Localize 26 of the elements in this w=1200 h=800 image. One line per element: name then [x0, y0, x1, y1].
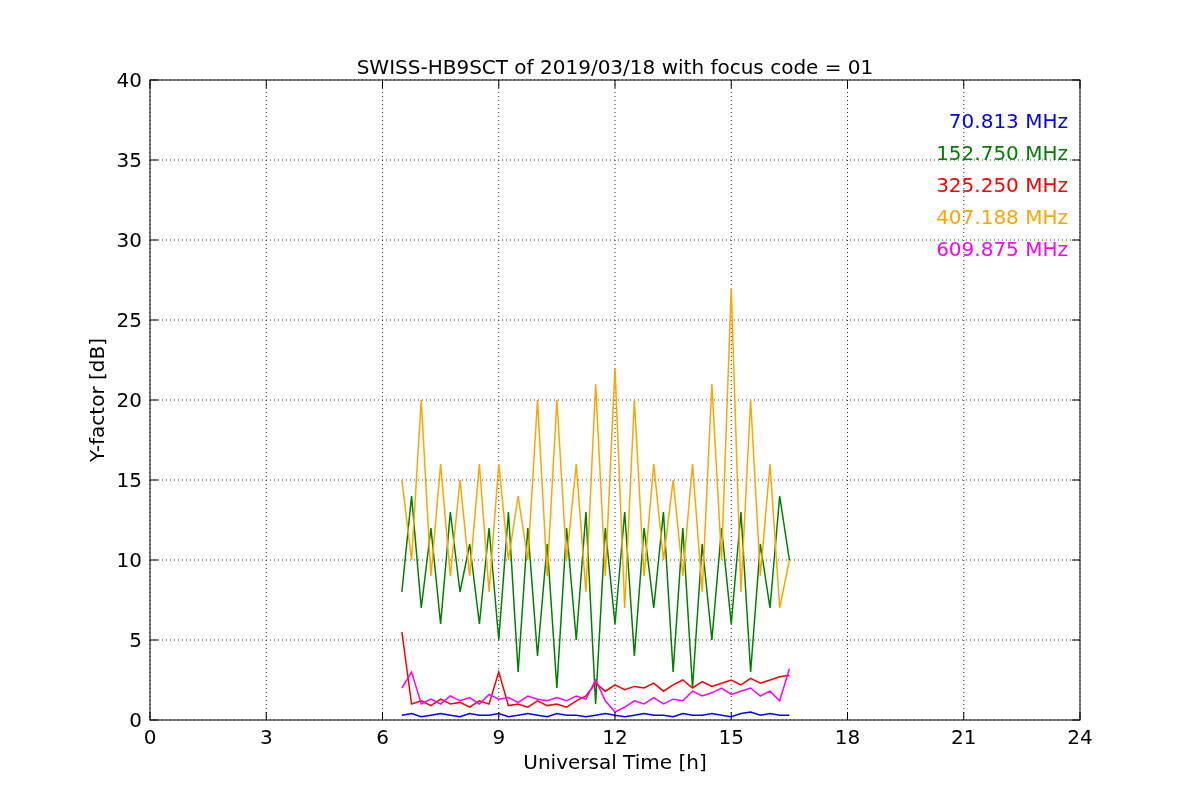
legend-label: 407.188 MHz: [936, 205, 1068, 229]
x-tick-label: 3: [259, 725, 273, 749]
y-tick-label: 35: [116, 148, 142, 172]
x-tick-label: 9: [492, 725, 506, 749]
y-tick-label: 5: [129, 628, 142, 652]
y-tick-label: 15: [116, 468, 142, 492]
y-tick-label: 0: [129, 708, 142, 732]
legend-label: 70.813 MHz: [948, 109, 1068, 133]
x-tick-label: 21: [951, 725, 977, 749]
legend-label: 152.750 MHz: [936, 141, 1068, 165]
y-tick-label: 25: [116, 308, 142, 332]
y-tick-label: 10: [116, 548, 142, 572]
legend-label: 609.875 MHz: [936, 237, 1068, 261]
x-tick-label: 12: [602, 725, 628, 749]
y-axis-label: Y-factor [dB]: [85, 338, 109, 462]
y-tick-label: 20: [116, 388, 142, 412]
chart-title: SWISS-HB9SCT of 2019/03/18 with focus code = 01: [356, 55, 874, 79]
x-axis-label: Universal Time [h]: [523, 750, 707, 774]
y-tick-label: 40: [116, 68, 142, 92]
x-tick-label: 18: [834, 725, 861, 749]
x-tick-label: 6: [376, 725, 389, 749]
legend-label: 325.250 MHz: [936, 173, 1068, 197]
x-tick-label: 0: [143, 725, 157, 749]
y-tick-label: 30: [116, 228, 142, 252]
x-tick-label: 24: [1067, 725, 1093, 749]
x-tick-label: 15: [718, 725, 744, 749]
